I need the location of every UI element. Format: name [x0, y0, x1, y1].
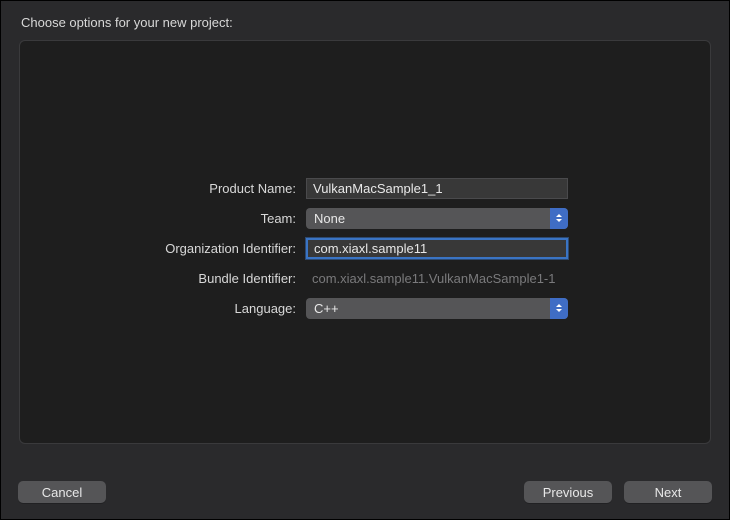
org-identifier-input[interactable] — [306, 238, 568, 259]
language-select-value: C++ — [314, 301, 339, 316]
language-row: Language: C++ — [50, 297, 680, 319]
team-select[interactable]: None — [306, 208, 568, 229]
bundle-identifier-row: Bundle Identifier: com.xiaxl.sample11.Vu… — [50, 267, 680, 289]
dialog-footer: Cancel Previous Next — [0, 464, 730, 520]
language-label: Language: — [50, 301, 306, 316]
team-label: Team: — [50, 211, 306, 226]
next-button[interactable]: Next — [624, 481, 712, 503]
chevron-up-down-icon — [550, 208, 568, 229]
product-name-input[interactable] — [306, 178, 568, 199]
dialog-header: Choose options for your new project: — [1, 1, 729, 40]
dialog-title: Choose options for your new project: — [21, 15, 233, 30]
chevron-up-down-icon — [550, 298, 568, 319]
content-panel: Product Name: Team: None Organization Id… — [19, 40, 711, 444]
previous-button[interactable]: Previous — [524, 481, 612, 503]
org-identifier-row: Organization Identifier: — [50, 237, 680, 259]
language-select[interactable]: C++ — [306, 298, 568, 319]
product-name-label: Product Name: — [50, 181, 306, 196]
cancel-button[interactable]: Cancel — [18, 481, 106, 503]
team-select-value: None — [314, 211, 345, 226]
bundle-identifier-label: Bundle Identifier: — [50, 271, 306, 286]
bundle-identifier-value: com.xiaxl.sample11.VulkanMacSample1-1 — [306, 271, 556, 286]
team-row: Team: None — [50, 207, 680, 229]
product-name-row: Product Name: — [50, 177, 680, 199]
org-identifier-label: Organization Identifier: — [50, 241, 306, 256]
form-area: Product Name: Team: None Organization Id… — [20, 177, 710, 327]
